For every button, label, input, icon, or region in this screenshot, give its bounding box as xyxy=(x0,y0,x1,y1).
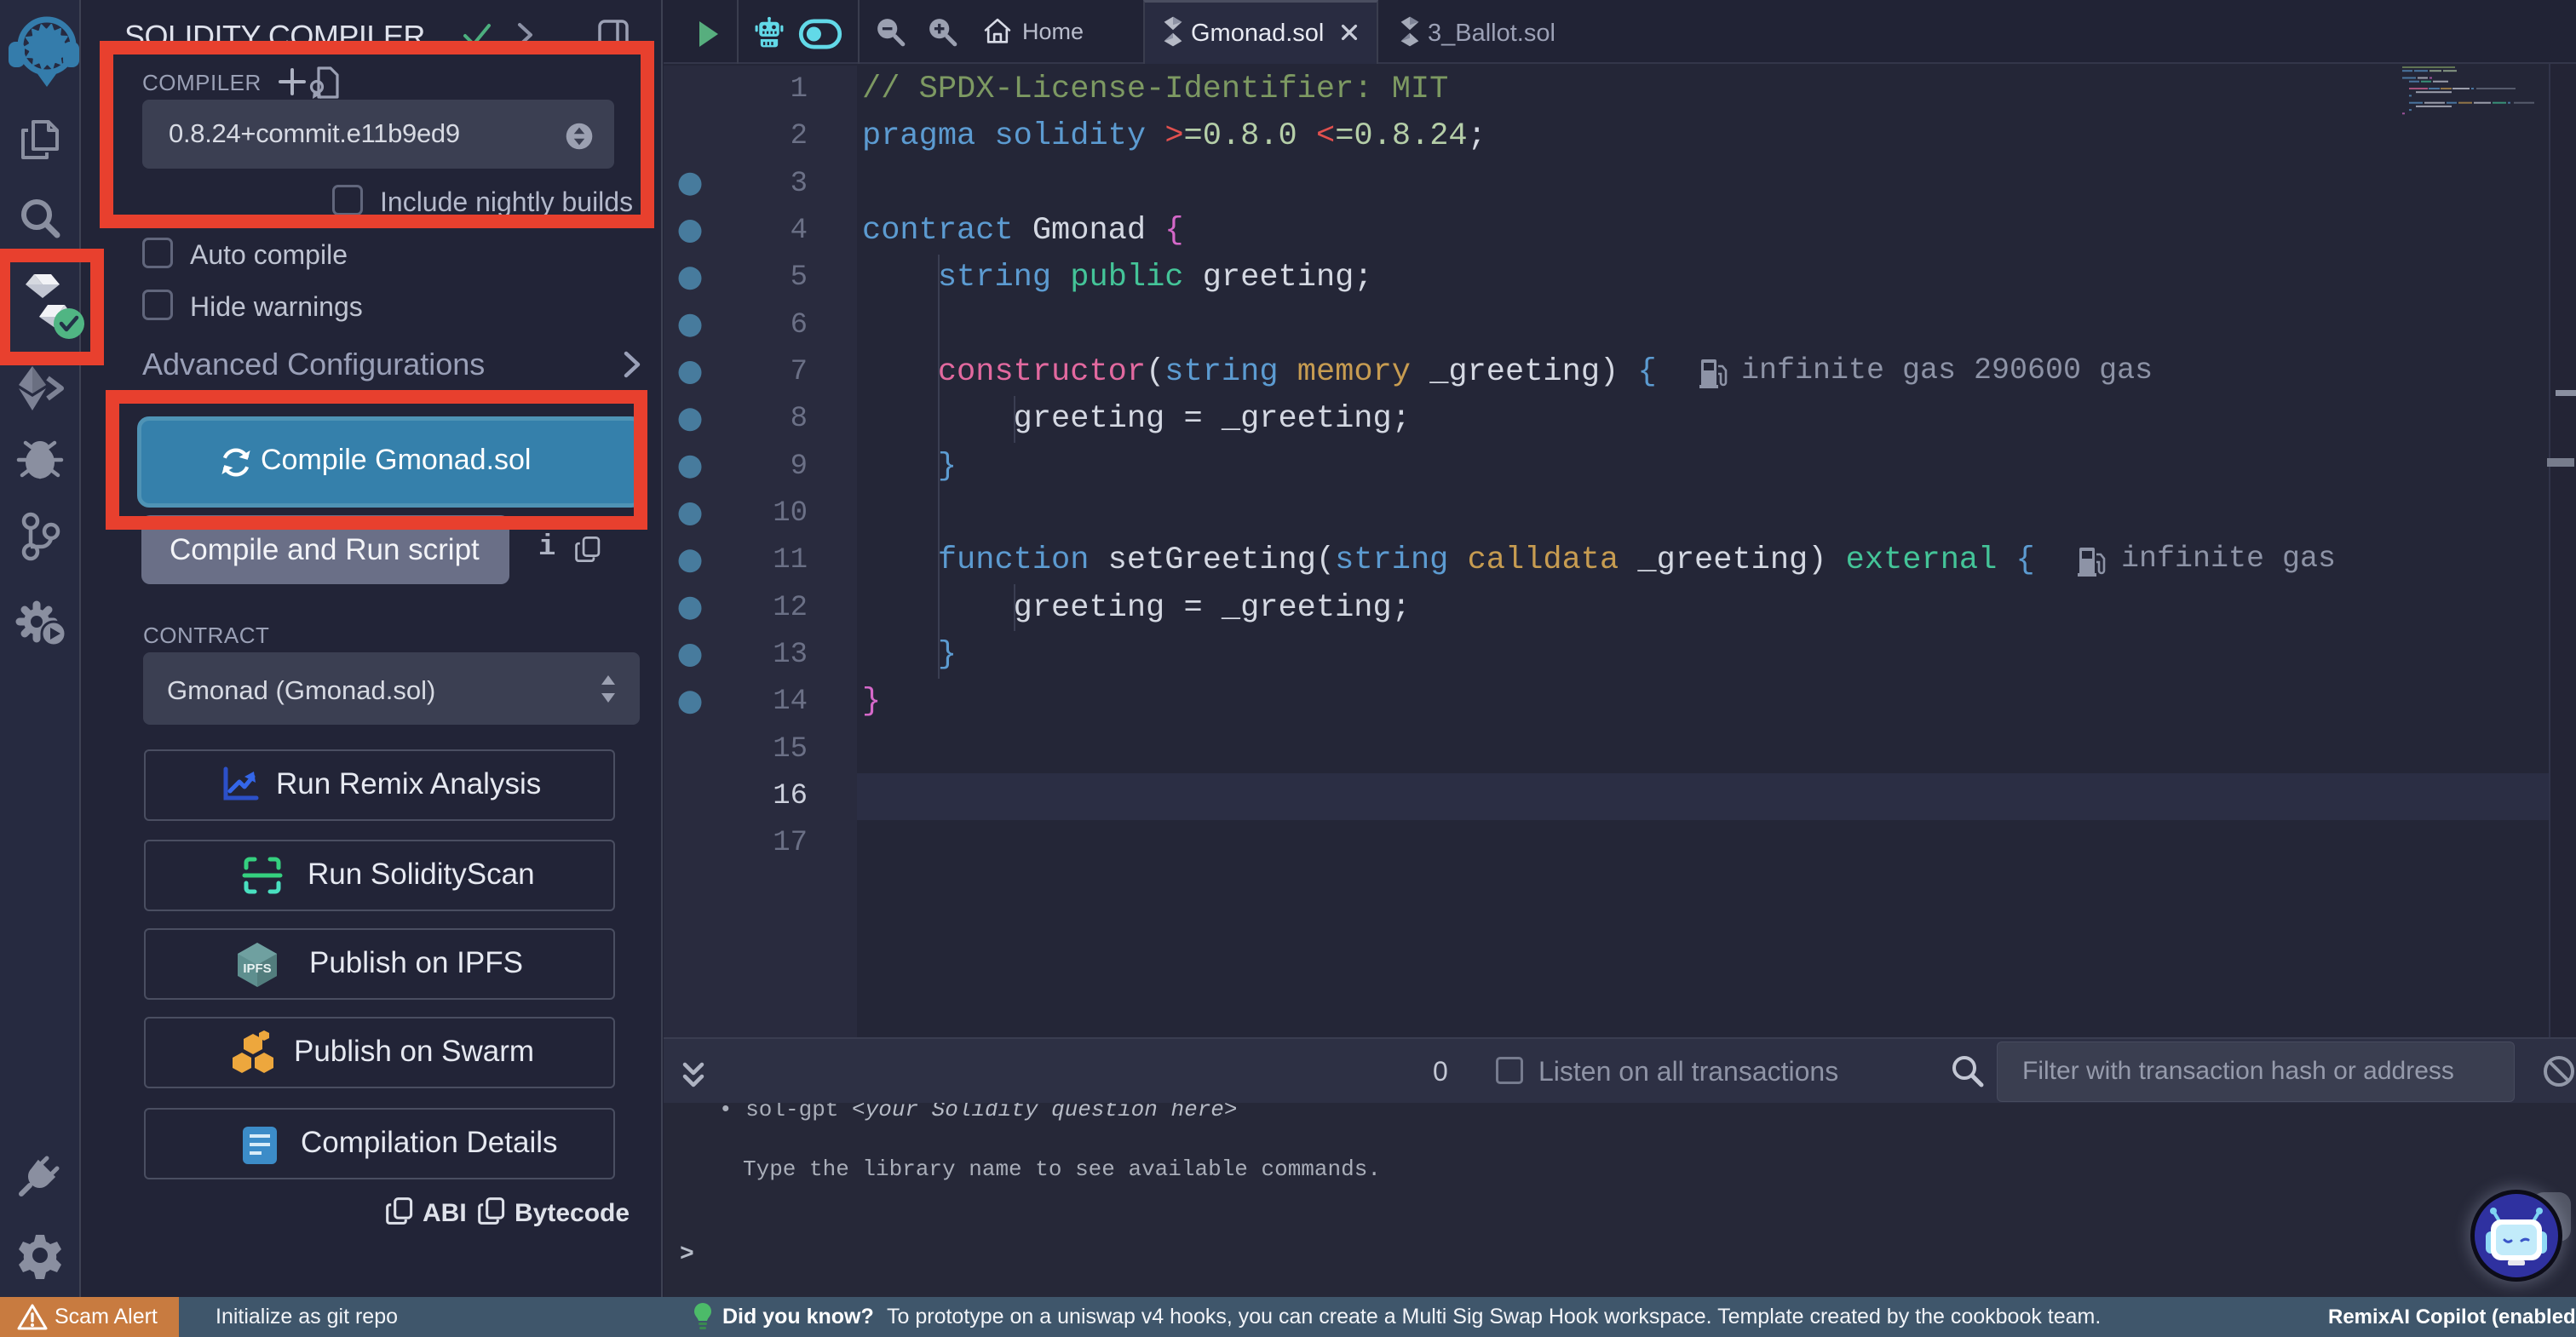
svg-text:IPFS: IPFS xyxy=(243,961,271,976)
